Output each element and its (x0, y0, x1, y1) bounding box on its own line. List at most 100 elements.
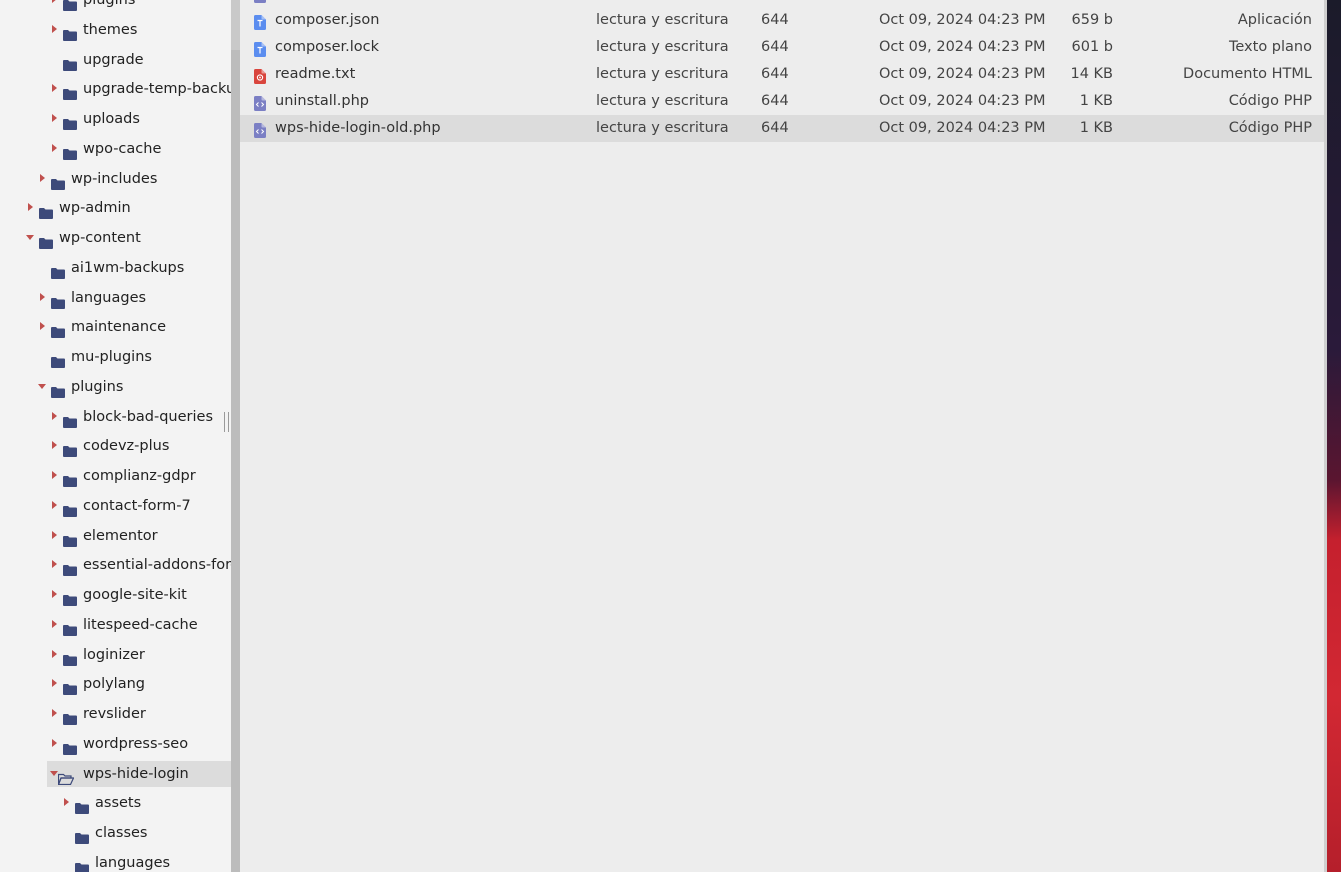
tree-item-wp-content[interactable]: wp-content (0, 225, 231, 251)
file-row[interactable]: composer.lock lectura y escritura 644 Oct 0… (240, 34, 1324, 61)
tree-item-wp-admin[interactable]: wp-admin (0, 195, 231, 221)
tree-item-mu-plugins[interactable]: mu-plugins (0, 344, 231, 370)
file-type: Aplicación (1237, 12, 1312, 28)
file-row[interactable]: uninstall.php lectura y escritura 644 Oct 0… (240, 88, 1324, 115)
tree-item-languages[interactable]: languages (0, 850, 231, 872)
expand-arrow-icon[interactable] (50, 671, 60, 697)
expand-arrow-icon[interactable] (38, 166, 48, 192)
tree-item-block-bad-queries[interactable]: block-bad-queries (0, 404, 231, 430)
tree-item-label: maintenance (71, 319, 166, 335)
tree-item-label: upgrade (83, 52, 144, 68)
expand-arrow-icon[interactable] (50, 493, 60, 519)
expand-arrow-icon[interactable] (50, 76, 60, 102)
resize-grip-icon[interactable] (224, 412, 229, 432)
file-row[interactable]: composer.json lectura y escritura 644 Oct 0… (240, 7, 1324, 34)
scrollbar-thumb[interactable] (231, 50, 240, 872)
html-file-icon (254, 67, 266, 84)
file-row-partial[interactable] (240, 0, 1324, 7)
expand-arrow-icon[interactable] (50, 582, 60, 608)
tree-item-label: classes (95, 825, 148, 841)
tree-item-plugins[interactable]: plugins (0, 374, 231, 400)
tree-item-complianz-gdpr[interactable]: complianz-gdpr (0, 463, 231, 489)
expand-arrow-icon[interactable] (62, 790, 72, 816)
expand-arrow-icon[interactable] (50, 463, 60, 489)
expand-arrow-icon[interactable] (38, 314, 48, 340)
expand-arrow-icon[interactable] (50, 701, 60, 727)
file-mode: 644 (761, 66, 789, 82)
expand-arrow-icon[interactable] (50, 0, 60, 13)
file-name: readme.txt (275, 66, 356, 82)
file-permissions: lectura y escritura (596, 39, 729, 55)
tree-item-ai1wm-backups[interactable]: ai1wm-backups (0, 255, 231, 281)
tree-item-plugins[interactable]: plugins (0, 0, 231, 13)
tree-item-contact-form-7[interactable]: contact-form-7 (0, 493, 231, 519)
tree-item-label: litespeed-cache (83, 617, 198, 633)
folder-icon (63, 708, 77, 725)
tree-item-upgrade-temp-backup[interactable]: upgrade-temp-backup (0, 76, 231, 102)
collapse-arrow-icon[interactable] (38, 374, 48, 400)
tree-item-elementor[interactable]: elementor (0, 523, 231, 549)
tree-item-label: languages (71, 290, 147, 306)
expand-arrow-icon[interactable] (50, 642, 60, 668)
tree-item-label: assets (95, 795, 142, 811)
expand-arrow-icon[interactable] (50, 523, 60, 549)
text-file-icon (254, 40, 266, 57)
tree-item-label: elementor (83, 528, 158, 544)
tree-item-themes[interactable]: themes (0, 17, 231, 43)
folder-icon (63, 649, 77, 666)
tree-item-label: wp-content (59, 230, 141, 246)
tree-item-essential-addons-for-elementor-lite[interactable]: essential-addons-for-elementor-lite (0, 552, 231, 578)
tree-item-litespeed-cache[interactable]: litespeed-cache (0, 612, 231, 638)
folder-icon (51, 262, 65, 279)
folder-icon (63, 619, 77, 636)
expand-arrow-icon[interactable] (50, 731, 60, 757)
desktop-background (1327, 0, 1341, 872)
folder-icon (63, 589, 77, 606)
folder-icon (75, 827, 89, 844)
tree-item-google-site-kit[interactable]: google-site-kit (0, 582, 231, 608)
collapse-arrow-icon[interactable] (26, 225, 36, 251)
folder-icon (51, 173, 65, 190)
expand-arrow-icon[interactable] (50, 17, 60, 43)
expand-arrow-icon[interactable] (50, 612, 60, 638)
tree-item-codevz-plus[interactable]: codevz-plus (0, 433, 231, 459)
sidebar-scrollbar[interactable] (231, 0, 240, 872)
tree-item-revslider[interactable]: revslider (0, 701, 231, 727)
expand-arrow-icon[interactable] (50, 404, 60, 430)
folder-tree: plugins themes upgrade upgrade-temp-backup u… (0, 0, 231, 872)
php-file-icon (254, 0, 266, 3)
expand-arrow-icon[interactable] (50, 136, 60, 162)
tree-item-wpo-cache[interactable]: wpo-cache (0, 136, 231, 162)
tree-item-uploads[interactable]: uploads (0, 106, 231, 132)
expand-arrow-icon[interactable] (50, 552, 60, 578)
tree-item-wp-includes[interactable]: wp-includes (0, 166, 231, 192)
tree-item-label: polylang (83, 676, 145, 692)
tree-item-maintenance[interactable]: maintenance (0, 314, 231, 340)
file-size: 1 KB (1079, 93, 1113, 109)
folder-icon (63, 113, 77, 130)
tree-item-upgrade[interactable]: upgrade (0, 47, 231, 73)
file-name: composer.lock (275, 39, 380, 55)
expand-arrow-icon[interactable] (50, 106, 60, 132)
file-permissions: lectura y escritura (596, 120, 729, 136)
file-row[interactable]: wps-hide-login-old.php lectura y escritur… (240, 115, 1324, 142)
tree-item-wps-hide-login[interactable]: wps-hide-login (0, 761, 231, 787)
tree-item-wordpress-seo[interactable]: wordpress-seo (0, 731, 231, 757)
tree-item-assets[interactable]: assets (0, 790, 231, 816)
file-size: 14 KB (1070, 66, 1113, 82)
tree-item-loginizer[interactable]: loginizer (0, 642, 231, 668)
expand-arrow-icon[interactable] (50, 433, 60, 459)
tree-item-label: block-bad-queries (83, 409, 214, 425)
tree-item-classes[interactable]: classes (0, 820, 231, 846)
folder-icon (75, 797, 89, 814)
file-row[interactable]: readme.txt lectura y escritura 644 Oct 09, … (240, 61, 1324, 88)
tree-item-polylang[interactable]: polylang (0, 671, 231, 697)
folder-icon (51, 351, 65, 368)
expand-arrow-icon[interactable] (38, 285, 48, 311)
php-file-icon (254, 121, 266, 138)
folder-icon (63, 411, 77, 428)
file-mode: 644 (761, 120, 789, 136)
tree-item-label: mu-plugins (71, 349, 152, 365)
expand-arrow-icon[interactable] (26, 195, 36, 221)
tree-item-languages[interactable]: languages (0, 285, 231, 311)
